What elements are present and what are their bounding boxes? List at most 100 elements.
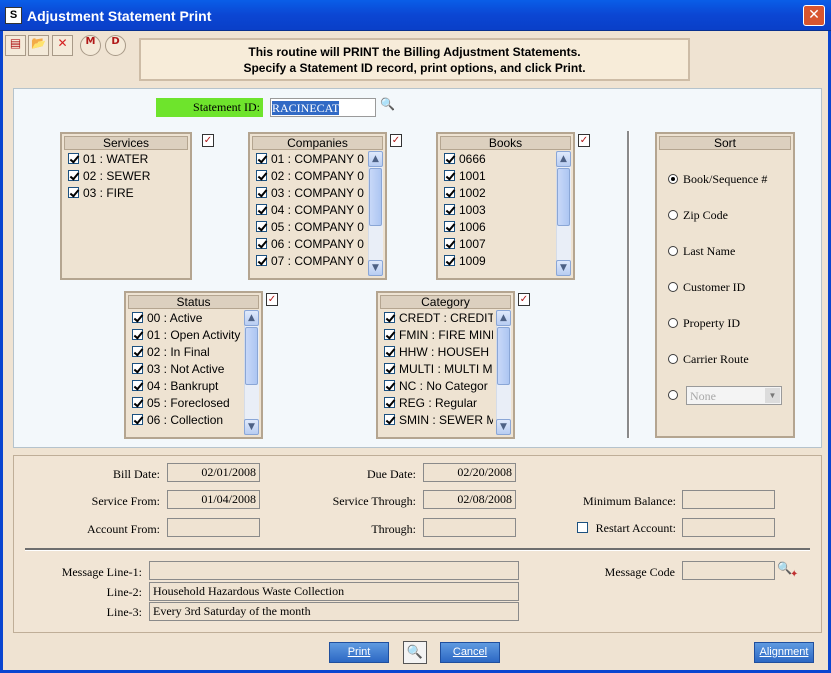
scroll-thumb[interactable] <box>245 327 258 385</box>
checkbox-checked[interactable] <box>444 255 455 266</box>
scroll-thumb[interactable] <box>557 168 570 226</box>
list-item[interactable]: 01 : WATER <box>62 151 188 168</box>
sort-option-label[interactable]: Property ID <box>683 316 740 331</box>
scroll-up-icon[interactable]: ▲ <box>368 151 383 167</box>
service-through-field[interactable]: 02/08/2008 <box>423 490 516 509</box>
checkbox-checked[interactable] <box>256 170 267 181</box>
list-item[interactable]: 1009 <box>438 253 553 270</box>
list-item[interactable]: 1007 <box>438 236 553 253</box>
list-item[interactable]: 0666 <box>438 151 553 168</box>
sort-option-label[interactable]: Last Name <box>683 244 735 259</box>
scroll-down-icon[interactable]: ▼ <box>368 260 383 276</box>
list-item[interactable]: 1003 <box>438 202 553 219</box>
scroll-up-icon[interactable]: ▲ <box>496 310 511 326</box>
checkbox-checked[interactable] <box>132 414 143 425</box>
sort-none-select[interactable]: None ▼ <box>686 386 782 405</box>
bill-date-field[interactable]: 02/01/2008 <box>167 463 260 482</box>
sort-option-label[interactable]: Zip Code <box>683 208 728 223</box>
scroll-down-icon[interactable]: ▼ <box>496 419 511 435</box>
list-item[interactable]: 1006 <box>438 219 553 236</box>
checkbox-checked[interactable] <box>68 170 79 181</box>
checkbox-checked[interactable] <box>256 204 267 215</box>
through-field[interactable] <box>423 518 516 537</box>
companies-listbox[interactable]: Companies 01 : COMPANY 0 02 : COMPANY 0 03 … <box>248 132 387 280</box>
checkbox-checked[interactable] <box>132 312 143 323</box>
scroll-up-icon[interactable]: ▲ <box>244 310 259 326</box>
line2-field[interactable]: Household Hazardous Waste Collection <box>149 582 519 601</box>
statement-id-input[interactable]: RACINECAT <box>270 98 376 117</box>
checkbox-checked[interactable] <box>256 255 267 266</box>
checkbox-checked[interactable] <box>132 380 143 391</box>
list-item[interactable]: MULTI : MULTI M <box>378 361 493 378</box>
checkbox-checked[interactable] <box>444 170 455 181</box>
scroll-up-icon[interactable]: ▲ <box>556 151 571 167</box>
vertical-scrollbar[interactable]: ▲ ▼ <box>496 310 511 435</box>
services-listbox[interactable]: Services 01 : WATER 02 : SEWER 03 : FIRE <box>60 132 192 280</box>
cancel-button[interactable]: Cancel <box>440 642 500 663</box>
minimum-balance-field[interactable] <box>682 490 775 509</box>
vertical-scrollbar[interactable]: ▲ ▼ <box>368 151 383 276</box>
vertical-scrollbar[interactable]: ▲ ▼ <box>556 151 571 276</box>
checkbox-checked[interactable] <box>384 397 395 408</box>
sort-option-label[interactable]: Customer ID <box>683 280 745 295</box>
checkbox-checked[interactable] <box>444 221 455 232</box>
message-line1-field[interactable] <box>149 561 519 580</box>
vertical-scrollbar[interactable]: ▲ ▼ <box>244 310 259 435</box>
checkbox-checked[interactable] <box>68 187 79 198</box>
list-item[interactable]: NC : No Categor <box>378 378 493 395</box>
list-item[interactable]: 01 : COMPANY 0 <box>250 151 365 168</box>
list-item[interactable]: 06 : COMPANY 0 <box>250 236 365 253</box>
checkbox-checked[interactable] <box>132 329 143 340</box>
sort-radio[interactable] <box>668 174 678 184</box>
open-folder-icon[interactable]: 📂 <box>28 35 49 56</box>
list-item[interactable]: REG : Regular <box>378 395 493 412</box>
checkbox-checked[interactable] <box>384 312 395 323</box>
checkbox-checked[interactable] <box>384 380 395 391</box>
sort-option-label[interactable]: Book/Sequence # <box>683 172 767 187</box>
list-item[interactable]: 04 : Bankrupt <box>126 378 241 395</box>
checkbox-checked[interactable] <box>444 153 455 164</box>
checkbox-checked[interactable] <box>132 346 143 357</box>
restart-account-checkbox[interactable] <box>577 522 588 533</box>
list-item[interactable]: 05 : Foreclosed <box>126 395 241 412</box>
delete-x-icon[interactable]: ✕ <box>52 35 73 56</box>
scroll-down-icon[interactable]: ▼ <box>556 260 571 276</box>
checkbox-checked[interactable] <box>444 238 455 249</box>
alignment-button[interactable]: Alignment <box>754 642 814 663</box>
sort-radio[interactable] <box>668 354 678 364</box>
checkbox-checked[interactable] <box>256 187 267 198</box>
sort-radio[interactable] <box>668 210 678 220</box>
print-preview-button[interactable]: 🔍 <box>403 641 427 664</box>
list-item[interactable]: 05 : COMPANY 0 <box>250 219 365 236</box>
list-item[interactable]: 03 : Not Active <box>126 361 241 378</box>
checkbox-checked[interactable] <box>132 363 143 374</box>
books-listbox[interactable]: Books 0666 1001 1002 1003 1006 1007 1009 ▲ ▼ <box>436 132 575 280</box>
list-item[interactable]: 02 : SEWER <box>62 168 188 185</box>
checkbox-checked[interactable] <box>384 363 395 374</box>
restart-account-field[interactable] <box>682 518 775 537</box>
list-item[interactable]: 02 : In Final <box>126 344 241 361</box>
list-item[interactable]: 06 : Collection <box>126 412 241 429</box>
list-item[interactable]: 1001 <box>438 168 553 185</box>
list-item[interactable]: 00 : Active <box>126 310 241 327</box>
checkbox-checked[interactable] <box>384 329 395 340</box>
line3-field[interactable]: Every 3rd Saturday of the month <box>149 602 519 621</box>
checkbox-checked[interactable] <box>132 397 143 408</box>
list-item[interactable]: HHW : HOUSEH <box>378 344 493 361</box>
books-select-all-icon[interactable]: ✓ <box>578 134 590 147</box>
list-item[interactable]: 04 : COMPANY 0 <box>250 202 365 219</box>
account-from-field[interactable] <box>167 518 260 537</box>
sort-radio[interactable] <box>668 246 678 256</box>
search-icon[interactable]: 🔍 <box>380 97 395 111</box>
list-item[interactable]: 1002 <box>438 185 553 202</box>
due-date-field[interactable]: 02/20/2008 <box>423 463 516 482</box>
list-item[interactable]: 02 : COMPANY 0 <box>250 168 365 185</box>
sort-option-label[interactable]: Carrier Route <box>683 352 749 367</box>
list-item[interactable]: 07 : COMPANY 0 <box>250 253 365 270</box>
list-item[interactable]: CREDT : CREDIT <box>378 310 493 327</box>
print-icon[interactable]: ▤ <box>5 35 26 56</box>
category-select-all-icon[interactable]: ✓ <box>518 293 530 306</box>
scroll-thumb[interactable] <box>497 327 510 385</box>
scroll-thumb[interactable] <box>369 168 382 226</box>
sort-radio[interactable] <box>668 282 678 292</box>
